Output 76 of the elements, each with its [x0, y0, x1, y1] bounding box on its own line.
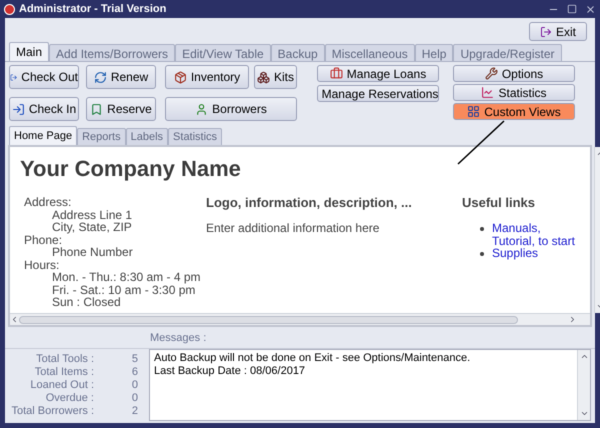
info-text: Enter additional information here [206, 222, 380, 234]
borrowers-button[interactable]: Borrowers [165, 97, 297, 121]
contact-label: Hours: [24, 258, 60, 271]
bookmark-icon [90, 102, 104, 116]
enter-icon [12, 102, 25, 116]
chart-icon [481, 86, 494, 99]
contact-value: Mon. - Thu.: 8:30 am - 4 pm [51, 271, 202, 284]
close-icon[interactable] [585, 4, 596, 14]
window-title: Administrator - Trial Version [19, 2, 168, 17]
app-logo-icon [4, 4, 15, 14]
views-button[interactable]: Custom Views [453, 103, 575, 120]
maximize-icon[interactable] [567, 4, 577, 14]
statistics-button[interactable]: Statistics [453, 84, 575, 101]
package-icon [174, 70, 187, 84]
messages-scrollbar[interactable] [577, 350, 590, 420]
tab[interactable]: Statistics [168, 128, 222, 145]
contact-value: City, State, ZIP [51, 221, 133, 234]
out-button[interactable]: Check Out [9, 65, 79, 89]
contact-value: Sun : Closed [51, 296, 122, 308]
scroll-down-icon[interactable] [580, 409, 588, 418]
stat-value: 0 [130, 379, 138, 392]
contact-value: Phone Number [51, 246, 134, 258]
renew-button[interactable]: Renew [86, 65, 156, 89]
loans-button[interactable]: Manage Loans [317, 65, 439, 82]
tab[interactable]: Add Items/Borrowers [49, 44, 176, 61]
stat-value: 2 [130, 405, 138, 418]
stat-value: 6 [130, 366, 138, 379]
boxes-icon [256, 70, 270, 84]
stat-label: Loaned Out : [29, 379, 94, 392]
stat-value: 0 [130, 392, 138, 405]
door-icon [540, 26, 552, 38]
info-heading: Logo, information, description, ... [206, 196, 413, 210]
kits-button[interactable]: Kits [254, 65, 297, 89]
in-button[interactable]: Check In [9, 97, 79, 121]
options-button[interactable]: Options [453, 65, 575, 82]
stat-value: 5 [130, 353, 138, 366]
links-heading: Useful links [462, 196, 536, 210]
link[interactable]: Manuals, Tutorial, to start [492, 222, 584, 247]
wrench-icon [484, 67, 498, 80]
tab[interactable]: Help [414, 44, 454, 61]
contact-value: Fri. - Sat.: 10 am - 3:30 pm [51, 284, 196, 296]
messages-label: Messages : [150, 330, 206, 346]
tab[interactable]: Miscellaneous [324, 44, 415, 61]
tab[interactable]: Reports [77, 128, 126, 145]
tab[interactable]: Home Page [9, 126, 78, 145]
inventory-button[interactable]: Inventory [165, 65, 249, 89]
bullet-icon [480, 227, 484, 231]
company-name: Your Company Name [20, 156, 242, 182]
person-icon [195, 102, 208, 116]
stat-label: Overdue : [44, 392, 94, 405]
stat-label: Total Borrowers : [10, 405, 94, 418]
tab[interactable]: Main [9, 42, 50, 61]
horizontal-scrollbar[interactable] [10, 313, 590, 325]
contact-label: Phone: [24, 234, 62, 246]
reserve-button[interactable]: Reserve [86, 97, 156, 121]
scroll-right-icon[interactable] [568, 315, 577, 324]
contact-label: Address: [24, 196, 72, 208]
grid-icon [467, 105, 480, 118]
scroll-thumb[interactable] [19, 316, 518, 324]
link[interactable]: Supplies [492, 247, 584, 260]
tab[interactable]: Backup [270, 44, 325, 61]
tab[interactable]: Upgrade/Register [453, 44, 562, 61]
refresh-icon [94, 70, 107, 84]
scroll-up-icon[interactable] [580, 352, 588, 361]
exit-button[interactable]: Exit [529, 22, 587, 41]
message-line: Auto Backup will not be done on Exit - see Options/Maintenance. [154, 352, 472, 365]
bullet-icon [480, 252, 484, 256]
reservations-button[interactable]: Manage Reservations [317, 85, 439, 102]
scroll-left-icon[interactable] [10, 315, 19, 324]
tab[interactable]: Labels [126, 128, 168, 145]
stat-label: Total Tools : [35, 353, 94, 366]
message-line: Last Backup Date : 08/06/2017 [154, 365, 306, 378]
tab[interactable]: Edit/View Table [175, 44, 271, 61]
contact-value: Address Line 1 [51, 208, 134, 221]
stat-label: Total Items : [34, 366, 94, 379]
briefcase-icon [330, 67, 343, 80]
